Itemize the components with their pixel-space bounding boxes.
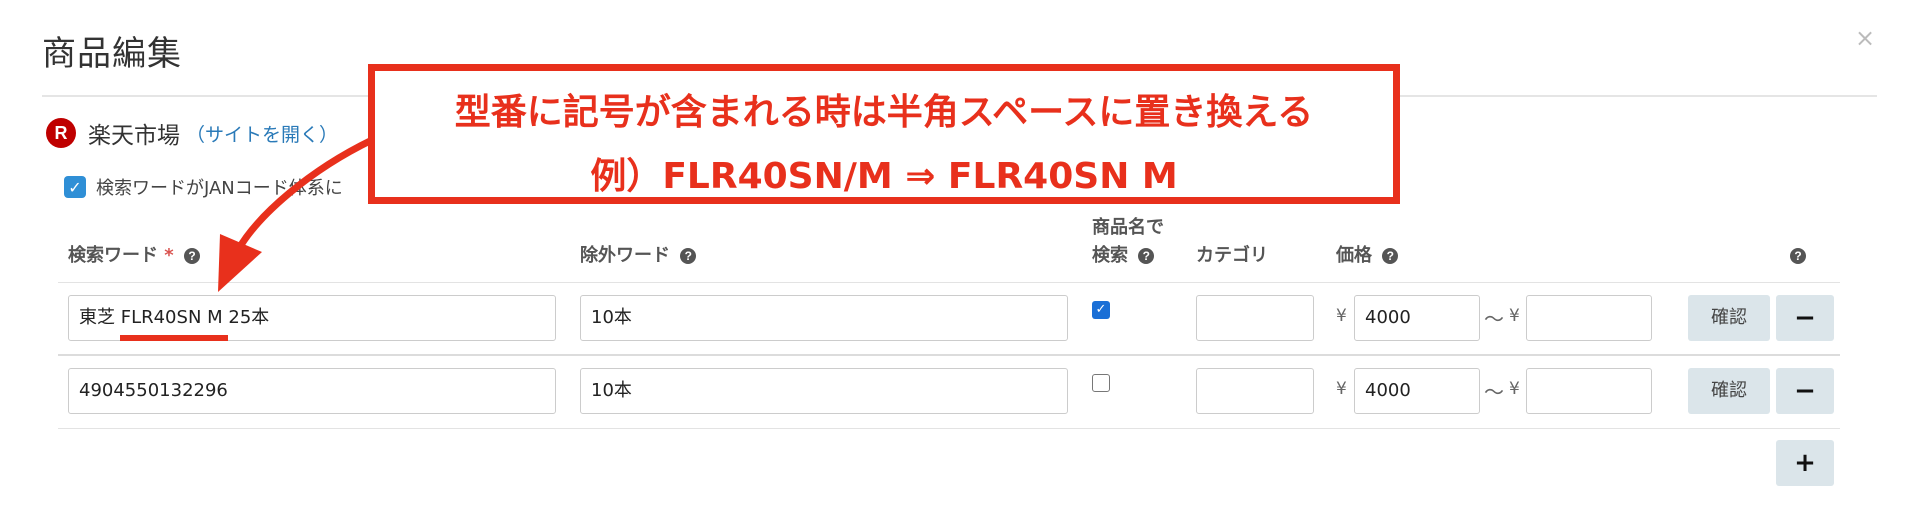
annotation-line2: 例）FLR40SN/M ⇒ FLR40SN M [590, 156, 1178, 197]
annotation-line1: 型番に記号が含まれる時は半角スペースに置き換える [454, 92, 1314, 133]
annotation-callout: 型番に記号が含まれる時は半角スペースに置き換える 例）FLR40SN/M ⇒ F… [368, 64, 1400, 204]
